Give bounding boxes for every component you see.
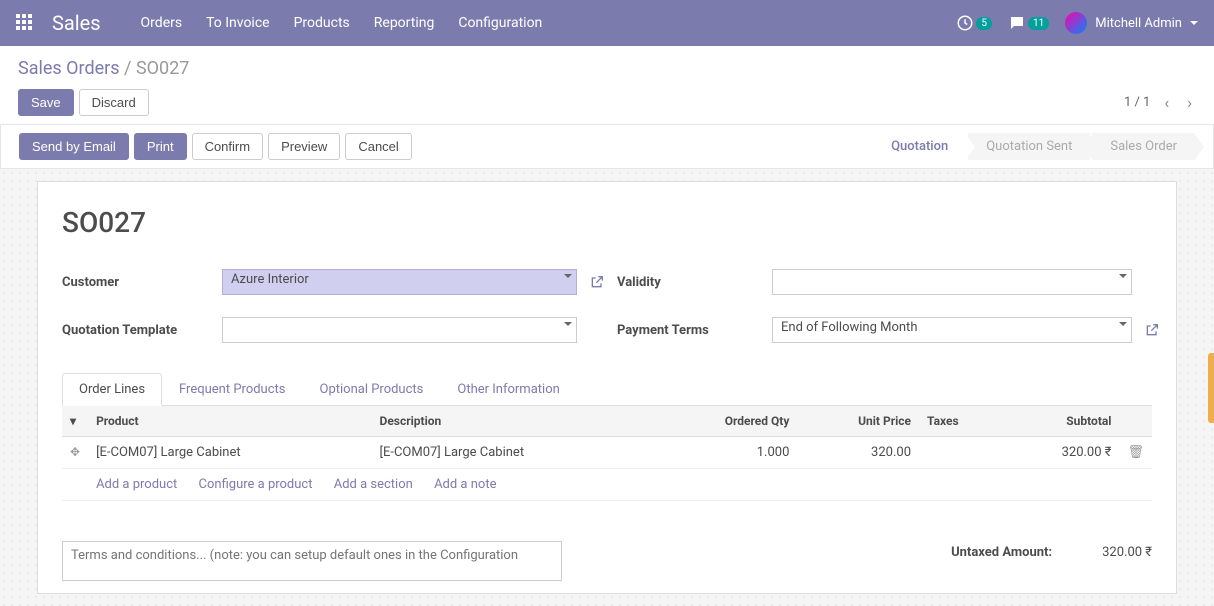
- activity-icon[interactable]: 5: [956, 14, 992, 32]
- cancel-button[interactable]: Cancel: [345, 133, 411, 160]
- payment-terms-external-link-icon[interactable]: [1132, 322, 1172, 338]
- messages-icon[interactable]: 11: [1008, 14, 1049, 32]
- menu-products[interactable]: Products: [294, 15, 350, 31]
- breadcrumb: Sales Orders / SO027: [18, 58, 1196, 79]
- label-customer: Customer: [62, 275, 222, 290]
- col-taxes: Taxes: [919, 406, 1003, 437]
- menu-reporting[interactable]: Reporting: [374, 15, 435, 31]
- action-bar: Send by Email Print Confirm Preview Canc…: [0, 125, 1214, 169]
- print-button[interactable]: Print: [134, 133, 187, 160]
- status-quotation-sent[interactable]: Quotation Sent: [968, 133, 1090, 160]
- menu-to-invoice[interactable]: To Invoice: [206, 15, 270, 31]
- breadcrumb-current: SO027: [136, 58, 189, 79]
- status-quotation[interactable]: Quotation: [873, 133, 966, 160]
- add-product-link[interactable]: Add a product: [96, 477, 177, 492]
- tab-other-information[interactable]: Other Information: [440, 373, 576, 406]
- control-panel: Sales Orders / SO027 Save Discard 1 / 1 …: [0, 46, 1214, 125]
- col-product: Product: [88, 406, 371, 437]
- chevron-down-icon: [564, 274, 572, 282]
- payment-terms-field[interactable]: End of Following Month: [772, 317, 1132, 343]
- pager: 1 / 1 ‹ ›: [1124, 89, 1196, 116]
- order-lines-table: ▾ Product Description Ordered Qty Unit P…: [62, 406, 1152, 501]
- activity-badge: 5: [976, 17, 992, 30]
- cell-subtotal: 320.00 ₹: [1003, 437, 1119, 469]
- breadcrumb-sep: /: [124, 58, 131, 79]
- label-validity: Validity: [617, 275, 772, 290]
- page-title: SO027: [62, 206, 1152, 239]
- pager-prev[interactable]: ‹: [1160, 89, 1173, 116]
- chevron-down-icon: [1119, 322, 1127, 330]
- cell-description[interactable]: [E-COM07] Large Cabinet: [372, 437, 655, 469]
- menu-orders[interactable]: Orders: [141, 15, 183, 31]
- customer-external-link-icon[interactable]: [577, 274, 617, 290]
- col-description: Description: [372, 406, 655, 437]
- status-sales-order[interactable]: Sales Order: [1092, 133, 1195, 160]
- validity-field[interactable]: [772, 269, 1132, 295]
- tab-optional-products[interactable]: Optional Products: [303, 373, 441, 406]
- chevron-down-icon: [564, 322, 572, 330]
- add-section-link[interactable]: Add a section: [334, 477, 413, 492]
- avatar: [1065, 12, 1087, 34]
- messages-badge: 11: [1028, 17, 1049, 30]
- cell-price[interactable]: 320.00: [797, 437, 919, 469]
- customer-field[interactable]: Azure Interior: [222, 269, 577, 295]
- chevron-down-icon: [1119, 274, 1127, 282]
- drag-handle-icon[interactable]: ✥: [70, 445, 80, 459]
- col-ordered-qty: Ordered Qty: [655, 406, 797, 437]
- brand: Sales: [52, 11, 101, 35]
- terms-textarea[interactable]: [62, 541, 562, 581]
- tab-order-lines[interactable]: Order Lines: [62, 373, 162, 406]
- preview-button[interactable]: Preview: [268, 133, 340, 160]
- menu-configuration[interactable]: Configuration: [458, 15, 542, 31]
- main-menu: Orders To Invoice Products Reporting Con…: [141, 15, 543, 31]
- table-row[interactable]: ✥ [E-COM07] Large Cabinet [E-COM07] Larg…: [62, 437, 1152, 469]
- confirm-button[interactable]: Confirm: [192, 133, 264, 160]
- configure-product-link[interactable]: Configure a product: [199, 477, 313, 492]
- cell-taxes[interactable]: [919, 437, 1003, 469]
- discard-button[interactable]: Discard: [79, 89, 149, 116]
- delete-row-icon[interactable]: 🗑: [1127, 445, 1144, 460]
- form-background: SO027 Customer Azure Interior Validity Q…: [0, 169, 1214, 606]
- pager-text: 1 / 1: [1124, 95, 1150, 110]
- chatter-handle[interactable]: [1208, 353, 1214, 423]
- line-adders: Add a product Configure a product Add a …: [88, 469, 1152, 501]
- cell-qty[interactable]: 1.000: [655, 437, 797, 469]
- status-bar: Quotation Quotation Sent Sales Order: [871, 133, 1195, 160]
- save-button[interactable]: Save: [18, 89, 74, 116]
- form-sheet: SO027 Customer Azure Interior Validity Q…: [37, 181, 1177, 594]
- user-name: Mitchell Admin: [1095, 16, 1182, 31]
- add-note-link[interactable]: Add a note: [434, 477, 496, 492]
- breadcrumb-root[interactable]: Sales Orders: [18, 58, 120, 79]
- cell-product[interactable]: [E-COM07] Large Cabinet: [88, 437, 371, 469]
- tabs: Order Lines Frequent Products Optional P…: [62, 373, 1152, 406]
- label-quotation-template: Quotation Template: [62, 323, 222, 338]
- chevron-down-icon: [1190, 21, 1198, 29]
- col-unit-price: Unit Price: [797, 406, 919, 437]
- tab-frequent-products[interactable]: Frequent Products: [162, 373, 302, 406]
- untaxed-value: 320.00 ₹: [1102, 545, 1152, 560]
- untaxed-label: Untaxed Amount:: [951, 545, 1052, 560]
- col-subtotal: Subtotal: [1003, 406, 1119, 437]
- apps-icon[interactable]: [16, 14, 34, 32]
- label-payment-terms: Payment Terms: [617, 323, 772, 338]
- top-nav: Sales Orders To Invoice Products Reporti…: [0, 0, 1214, 46]
- send-email-button[interactable]: Send by Email: [19, 133, 129, 160]
- quotation-template-field[interactable]: [222, 317, 577, 343]
- col-handle: ▾: [62, 406, 88, 437]
- pager-next[interactable]: ›: [1183, 89, 1196, 116]
- user-menu[interactable]: Mitchell Admin: [1065, 12, 1198, 34]
- totals: Untaxed Amount: 320.00 ₹: [951, 541, 1152, 564]
